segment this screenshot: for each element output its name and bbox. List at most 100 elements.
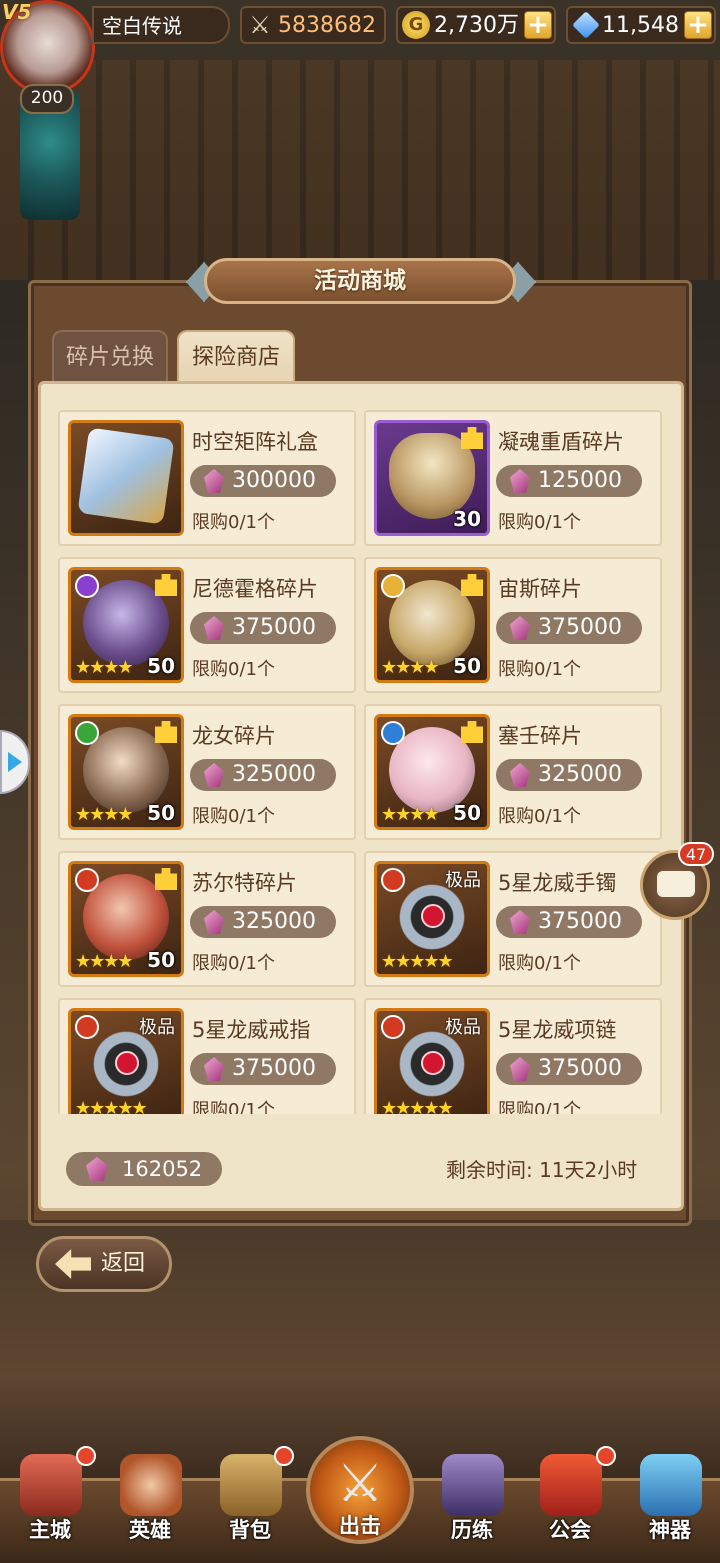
nav-training[interactable]: 历练 (422, 1448, 522, 1560)
add-diamond-button[interactable]: + (684, 11, 712, 39)
shop-item-card[interactable]: 极品 ★★★★★ 5星龙威手镯 375000 限购0/1个 (364, 851, 662, 987)
item-name: 时空矩阵礼盒 (192, 430, 318, 454)
bracelet-icon: 极品 ★★★★★ (374, 861, 490, 977)
fragment-puzzle-icon (461, 721, 483, 743)
star-rating: ★★★★ (75, 951, 134, 972)
star-rating: ★★★★★ (75, 1098, 148, 1114)
purchase-limit: 限购0/1个 (192, 512, 275, 533)
quality-label: 极品 (445, 1017, 481, 1038)
quality-label: 极品 (139, 1017, 175, 1038)
shop-item-card[interactable]: ★★★★ 50 龙女碎片 325000 限购0/1个 (58, 704, 356, 840)
guild-shield-icon (540, 1454, 602, 1516)
star-rating: ★★★★ (75, 804, 134, 825)
diamond-icon (572, 11, 600, 39)
crystal-balance: 162052 (66, 1152, 222, 1186)
crystal-icon (510, 910, 530, 934)
nav-label: 主城 (29, 1518, 71, 1542)
play-arrow-icon (8, 752, 22, 772)
buy-price-button[interactable]: 125000 (496, 465, 642, 497)
notification-dot (274, 1446, 294, 1466)
side-expand-button[interactable] (0, 730, 30, 794)
item-name: 塞壬碎片 (498, 724, 582, 748)
star-rating: ★★★★ (75, 657, 134, 678)
nav-label: 神器 (649, 1518, 691, 1542)
element-icon (75, 1015, 99, 1039)
tower-icon (442, 1454, 504, 1516)
back-button[interactable]: 返回 (36, 1236, 172, 1292)
nav-label: 英雄 (129, 1518, 171, 1542)
shop-item-card[interactable]: 时空矩阵礼盒 300000 限购0/1个 (58, 410, 356, 546)
star-rating: ★★★★★ (381, 1098, 454, 1114)
crystal-icon (204, 763, 224, 787)
crystal-icon (510, 616, 530, 640)
price-value: 300000 (232, 468, 316, 493)
shop-item-card[interactable]: 极品 ★★★★★ 5星龙威项链 375000 限购0/1个 (364, 998, 662, 1114)
hero-portrait-icon: ★★★★ 50 (68, 714, 184, 830)
buy-price-button[interactable]: 375000 (496, 1053, 642, 1085)
shop-item-grid[interactable]: 时空矩阵礼盒 300000 限购0/1个 30 凝魂重盾碎片 125000 限购… (48, 394, 672, 1114)
player-name[interactable]: 空白传说 (92, 6, 230, 44)
item-name: 5星龙威戒指 (192, 1018, 311, 1042)
buy-price-button[interactable]: 375000 (496, 612, 642, 644)
fragment-puzzle-icon (155, 721, 177, 743)
price-value: 375000 (232, 615, 316, 640)
purchase-limit: 限购0/1个 (498, 1100, 581, 1114)
vip-badge: V5 (2, 0, 32, 24)
notification-dot (596, 1446, 616, 1466)
backpack-icon (220, 1454, 282, 1516)
purchase-limit: 限购0/1个 (498, 953, 581, 974)
buy-price-button[interactable]: 325000 (190, 759, 336, 791)
background-bookshelves (0, 60, 720, 280)
top-bar: V5 200 空白传说 ⚔ 5838682 G 2,730万 + 11,548 … (0, 0, 720, 114)
shop-item-card[interactable]: ★★★★ 50 尼德霍格碎片 375000 限购0/1个 (58, 557, 356, 693)
nav-label: 背包 (229, 1518, 271, 1542)
buy-price-button[interactable]: 325000 (190, 906, 336, 938)
item-name: 凝魂重盾碎片 (498, 430, 624, 454)
shop-item-card[interactable]: ★★★★ 50 苏尔特碎片 325000 限购0/1个 (58, 851, 356, 987)
buy-price-button[interactable]: 375000 (496, 906, 642, 938)
item-quantity: 30 (453, 507, 481, 531)
purchase-limit: 限购0/1个 (192, 953, 275, 974)
shop-item-card[interactable]: ★★★★ 50 宙斯碎片 375000 限购0/1个 (364, 557, 662, 693)
buy-price-button[interactable]: 325000 (496, 759, 642, 791)
item-quantity: 50 (453, 654, 481, 678)
notification-dot (76, 1446, 96, 1466)
crossed-swords-icon: ⚔ (336, 1454, 384, 1514)
purchase-limit: 限购0/1个 (498, 806, 581, 827)
crystal-icon (510, 469, 530, 493)
price-value: 375000 (232, 1056, 316, 1081)
buy-price-button[interactable]: 375000 (190, 1053, 336, 1085)
nav-artifact[interactable]: 神器 (620, 1448, 720, 1560)
add-gold-button[interactable]: + (524, 11, 552, 39)
hero-portrait-icon: ★★★★ 50 (374, 567, 490, 683)
panel-title: 活动商城 (204, 258, 516, 304)
diamond-display: 11,548 + (566, 6, 716, 44)
nav-label: 公会 (549, 1518, 591, 1542)
shop-item-card[interactable]: 极品 ★★★★★ 5星龙威戒指 375000 限购0/1个 (58, 998, 356, 1114)
artifact-icon (640, 1454, 702, 1516)
nav-attack[interactable]: ⚔ 出击 (306, 1436, 414, 1544)
buy-price-button[interactable]: 375000 (190, 612, 336, 644)
shop-item-card[interactable]: 30 凝魂重盾碎片 125000 限购0/1个 (364, 410, 662, 546)
sword-icon: ⚔ (249, 11, 271, 39)
purchase-limit: 限购0/1个 (192, 659, 275, 680)
chat-unread-badge: 47 (678, 842, 714, 866)
element-icon (381, 868, 405, 892)
nav-label: 历练 (451, 1518, 493, 1542)
fragment-puzzle-icon (155, 574, 177, 596)
crystal-icon (510, 1057, 530, 1081)
shop-item-card[interactable]: ★★★★ 50 塞壬碎片 325000 限购0/1个 (364, 704, 662, 840)
quality-label: 极品 (445, 870, 481, 891)
tab-explore-shop[interactable]: 探险商店 (177, 330, 295, 382)
buy-price-button[interactable]: 300000 (190, 465, 336, 497)
hero-icon (120, 1454, 182, 1516)
nav-heroes[interactable]: 英雄 (100, 1448, 200, 1560)
tab-fragment-exchange[interactable]: 碎片兑换 (52, 330, 168, 382)
remaining-time: 剩余时间: 11天2小时 (446, 1158, 638, 1182)
nav-label: 出击 (339, 1514, 381, 1538)
item-name: 宙斯碎片 (498, 577, 582, 601)
purchase-limit: 限购0/1个 (498, 659, 581, 680)
chat-bubble-icon (657, 871, 695, 897)
crystal-icon (204, 616, 224, 640)
element-icon (75, 574, 99, 598)
